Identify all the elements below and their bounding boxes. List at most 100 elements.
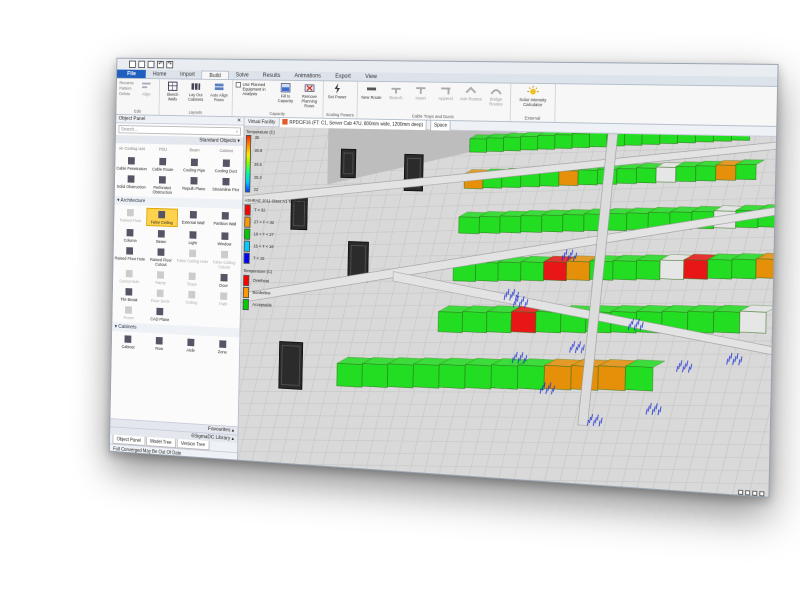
new-route-button[interactable]: New Route <box>360 84 382 100</box>
aisle-item[interactable]: Aisle <box>175 336 207 354</box>
append-button[interactable]: Append <box>434 85 457 102</box>
window-item[interactable]: Window <box>208 230 240 248</box>
cabinet-item-top[interactable]: Cabinet <box>210 147 242 154</box>
auto-align-rows-button[interactable]: Auto Align Rows <box>209 82 230 103</box>
join-routes-button[interactable]: Join Routes <box>459 85 482 102</box>
cabinet <box>625 366 653 391</box>
temperature-gradient-bar <box>244 134 252 193</box>
repulh-plane-item[interactable]: Repulh Plane <box>178 175 210 197</box>
tile-break-item[interactable]: Tile Break <box>114 286 145 304</box>
tab-file[interactable]: File <box>117 69 147 79</box>
zone-item[interactable]: Zone <box>206 338 238 356</box>
pdu-item[interactable]: PDU <box>147 146 178 153</box>
perforated-obstruction-item[interactable]: Perforated Obstruction <box>147 174 179 196</box>
undo-icon[interactable]: ↶ <box>156 60 164 69</box>
object-label: Column <box>123 237 137 243</box>
false-ceiling-item[interactable]: False Ceiling <box>145 207 178 228</box>
air-cooling-unit-item[interactable]: Air Cooling Unit <box>116 145 147 152</box>
search-icon[interactable]: ⌕ <box>236 128 239 135</box>
use-planned-equipment-checkbox[interactable]: Use Planned Equipment in Analysis <box>235 81 272 96</box>
room-item[interactable]: Room <box>113 304 144 322</box>
checkbox-box[interactable] <box>235 81 241 88</box>
remove-planning-rows-button[interactable]: Remove Planning Rows <box>299 83 321 109</box>
nav-icon[interactable] <box>759 491 765 497</box>
row-item[interactable]: Row <box>144 334 176 352</box>
tab-results[interactable]: Results <box>256 71 288 80</box>
slope-item[interactable]: Slope <box>176 270 208 288</box>
nav-icon[interactable] <box>745 490 751 496</box>
cabinet <box>491 365 518 390</box>
cutout-hole-item[interactable]: Cutout Hole <box>114 268 145 286</box>
false-ceiling-hole-item[interactable]: False Ceiling Hole <box>176 247 208 269</box>
tab-export[interactable]: Export <box>328 72 358 81</box>
beam-item-top[interactable]: Beam <box>179 146 211 153</box>
set-power-button[interactable]: Set Power <box>326 83 348 99</box>
cabinet <box>459 217 480 234</box>
3d-viewport[interactable]: Virtual Facility RPDC/F16 (FT: C1, Serve… <box>237 117 777 498</box>
nav-icon[interactable] <box>752 490 758 496</box>
search-input[interactable]: Search... ⌕ <box>118 125 241 136</box>
object-label: Cabinet <box>121 344 135 350</box>
tab-animations[interactable]: Animations <box>287 71 328 80</box>
delete-button[interactable]: Delete <box>119 91 133 96</box>
cooling-duct-item[interactable]: Cooling Duct <box>210 157 242 174</box>
branch-icon <box>391 84 402 95</box>
group-cables: New Route Branch Insert Append Join Rout… <box>357 81 512 122</box>
lay-out-cabinets-button[interactable]: Lay Out Cabinets <box>185 81 206 102</box>
legend-swatch <box>242 298 249 310</box>
tab-import[interactable]: Import <box>173 70 201 79</box>
cabinet <box>636 168 656 183</box>
object-label: Cable Penetration <box>116 165 147 172</box>
tab-view[interactable]: View <box>358 72 384 81</box>
insert-button[interactable]: Insert <box>410 84 432 101</box>
close-icon[interactable]: ✕ <box>237 117 241 124</box>
solid-obstruction-item[interactable]: Solid Obstruction <box>116 173 147 195</box>
nav-icon[interactable] <box>738 489 744 495</box>
door-icon <box>220 273 228 282</box>
branch-button[interactable]: Branch <box>385 84 407 100</box>
rename-button[interactable]: Rename <box>119 81 133 86</box>
tab-virtual-facility[interactable]: Virtual Facility <box>248 117 275 126</box>
partition-wall-item[interactable]: Partition Wall <box>209 210 241 230</box>
object-group-general: Cable Penetration Cable Route Cooling Pipe… <box>115 153 243 200</box>
bridge-routes-button[interactable]: Bridge Routes <box>485 85 508 107</box>
object-label: CAD Plane <box>150 316 170 323</box>
tab-solve[interactable]: Solve <box>229 71 256 80</box>
floor-deck-item[interactable]: Floor Deck <box>144 287 176 305</box>
door-item[interactable]: Door <box>208 271 240 289</box>
tab-home[interactable]: Home <box>146 70 173 79</box>
tab-build[interactable]: Build <box>201 70 229 80</box>
cable-route-item[interactable]: Cable Route <box>147 156 179 173</box>
false-ceiling-cutout-item[interactable]: False Ceiling Cutout <box>208 248 240 270</box>
cad-plane-icon <box>156 307 164 316</box>
streamline-plot-item[interactable]: Streamline Plot <box>209 176 241 198</box>
sketch-walls-button[interactable]: Sketch Walls <box>162 81 183 101</box>
cabinet-item[interactable]: Cabinet <box>113 333 144 351</box>
open-icon[interactable] <box>138 60 146 69</box>
pattern-button[interactable]: Pattern <box>119 86 133 91</box>
save-icon[interactable] <box>147 60 155 69</box>
ceiling-item[interactable]: Ceiling <box>176 288 208 306</box>
cabinet <box>544 365 571 390</box>
solar-intensity-button[interactable]: Solar Intensity Calculator <box>514 85 552 108</box>
window-icon <box>221 232 229 240</box>
beam-item[interactable]: Beam <box>146 228 178 246</box>
raised-floor-hole-item[interactable]: Raised Floor Hole <box>114 245 145 267</box>
external-wall-item[interactable]: External Wall <box>177 209 209 228</box>
redo-icon[interactable]: ↷ <box>166 60 174 69</box>
cad-plane-item[interactable]: CAD Plane <box>144 305 176 323</box>
raised-floor-cutout-item[interactable]: Raised Floor Cutout <box>145 246 177 268</box>
cable-penetration-item[interactable]: Cable Penetration <box>116 155 147 172</box>
cabinet <box>566 261 589 280</box>
cooling-pipe-item[interactable]: Cooling Pipe <box>178 156 210 173</box>
align-button[interactable]: Align <box>136 81 157 97</box>
ramp-item[interactable]: Ramp <box>145 269 177 287</box>
cabinet <box>732 259 757 279</box>
close-tab-icon[interactable] <box>282 119 288 125</box>
light-item[interactable]: Light <box>177 229 209 247</box>
fill-to-capacity-button[interactable]: Fill to Capacity <box>275 82 297 103</box>
column-item[interactable]: Column <box>115 227 146 245</box>
new-icon[interactable] <box>128 60 136 68</box>
raised-floor-item[interactable]: Raised Floor <box>115 207 146 226</box>
path-item[interactable]: Path <box>207 290 239 308</box>
